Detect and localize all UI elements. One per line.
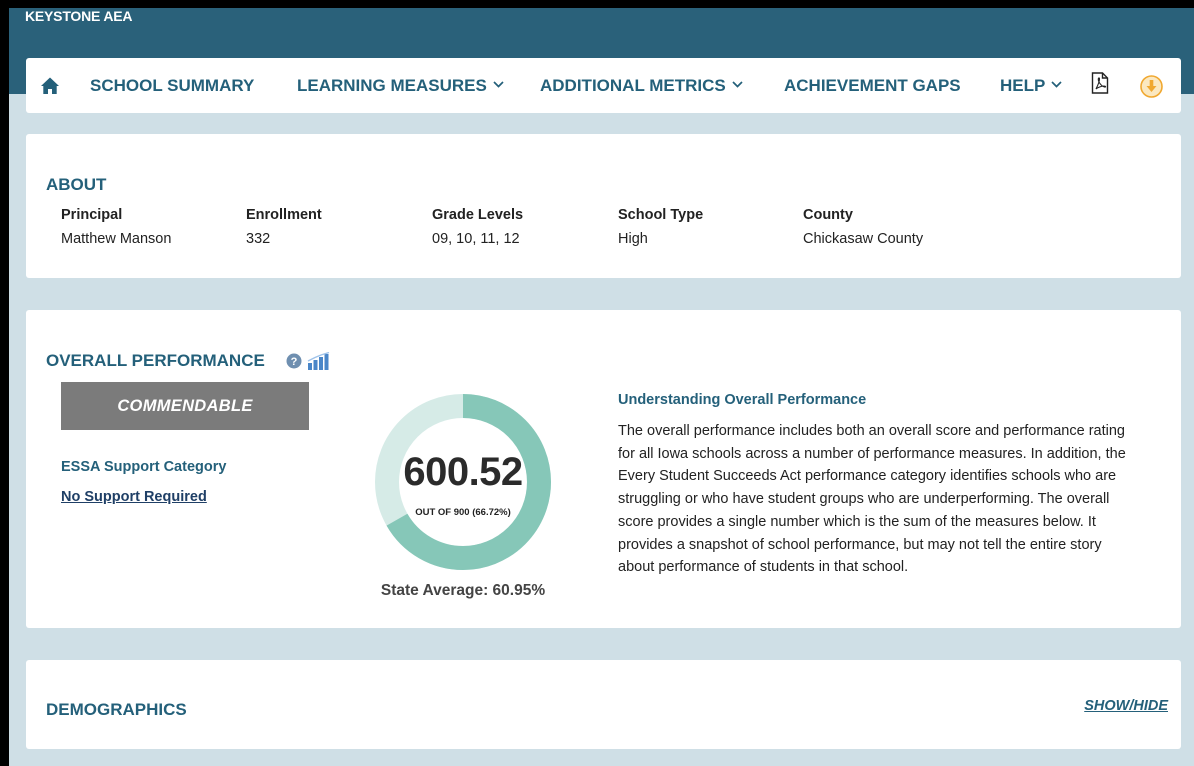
- about-card: ABOUT Principal Matthew Manson Enrollmen…: [26, 134, 1181, 278]
- enrollment-value: 332: [246, 231, 271, 247]
- page-viewport: KEYSTONE AEA SCHOOL SUMMARY LEARNING MEA…: [9, 8, 1194, 766]
- nav-achievement-gaps-label: ACHIEVEMENT GAPS: [784, 76, 961, 95]
- pdf-icon[interactable]: [1091, 72, 1109, 94]
- chevron-down-icon: [493, 81, 504, 88]
- county-value: Chickasaw County: [803, 231, 924, 247]
- essa-support-label: ESSA Support Category: [61, 459, 227, 475]
- nav-learning-measures[interactable]: LEARNING MEASURES: [297, 58, 504, 113]
- overall-score: 600.52: [403, 450, 523, 494]
- nav-help[interactable]: HELP: [1000, 58, 1062, 113]
- performance-title: OVERALL PERFORMANCE: [46, 351, 265, 370]
- school-type-label: School Type: [618, 207, 704, 223]
- home-icon[interactable]: [40, 76, 60, 96]
- score-detail: OUT OF 900 (66.72%): [415, 507, 511, 518]
- about-county: County Chickasaw County: [803, 207, 923, 247]
- nav-school-summary[interactable]: SCHOOL SUMMARY: [90, 58, 254, 113]
- principal-label: Principal: [61, 207, 123, 223]
- svg-text:?: ?: [291, 356, 298, 368]
- enrollment-label: Enrollment: [246, 207, 322, 223]
- download-icon[interactable]: [1140, 75, 1163, 98]
- state-average: State Average: 60.95%: [380, 582, 546, 599]
- about-principal: Principal Matthew Manson: [61, 207, 171, 247]
- about-school-type: School Type High: [618, 207, 703, 247]
- chevron-down-icon: [1051, 81, 1062, 88]
- nav-achievement-gaps[interactable]: ACHIEVEMENT GAPS: [784, 58, 961, 113]
- grade-levels-value: 09, 10, 11, 12: [432, 231, 520, 247]
- grade-levels-label: Grade Levels: [432, 207, 524, 223]
- nav-learning-measures-label: LEARNING MEASURES: [297, 76, 487, 95]
- nav-school-summary-label: SCHOOL SUMMARY: [90, 76, 255, 95]
- school-type-value: High: [618, 231, 648, 247]
- about-grade-levels: Grade Levels 09, 10, 11, 12: [432, 207, 523, 247]
- show-hide-toggle[interactable]: SHOW/HIDE: [1084, 698, 1168, 714]
- principal-value: Matthew Manson: [61, 231, 172, 247]
- main-nav: SCHOOL SUMMARY LEARNING MEASURES ADDITIO…: [26, 58, 1181, 113]
- question-circle-icon[interactable]: ?: [286, 353, 302, 369]
- rating-badge: COMMENDABLE: [61, 382, 309, 430]
- chevron-down-icon: [732, 81, 743, 88]
- nav-additional-metrics[interactable]: ADDITIONAL METRICS: [540, 58, 743, 113]
- about-title: ABOUT: [46, 175, 107, 194]
- county-label: County: [803, 207, 853, 223]
- essa-support-link[interactable]: No Support Required: [61, 489, 207, 505]
- region-name: KEYSTONE AEA: [25, 8, 133, 24]
- performance-card: OVERALL PERFORMANCE ? COMMENDABLE ESSA S…: [26, 310, 1181, 628]
- nav-help-label: HELP: [1000, 76, 1046, 95]
- demographics-card: DEMOGRAPHICS SHOW/HIDE: [26, 660, 1181, 749]
- understanding-title: Understanding Overall Performance: [618, 392, 867, 408]
- about-enrollment: Enrollment 332: [246, 207, 322, 247]
- understanding-text: The overall performance includes both an…: [618, 423, 1126, 576]
- nav-additional-metrics-label: ADDITIONAL METRICS: [540, 76, 726, 95]
- demographics-title: DEMOGRAPHICS: [46, 700, 187, 719]
- bar-chart-icon[interactable]: [307, 352, 330, 370]
